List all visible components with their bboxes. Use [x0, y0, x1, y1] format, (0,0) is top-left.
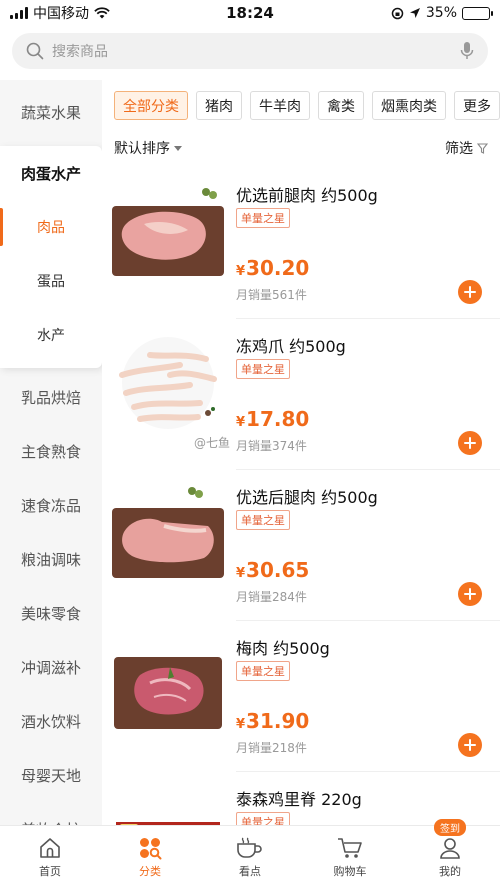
sidebar-item-grain-oil[interactable]: 粮油调味	[0, 532, 102, 586]
add-to-cart-button[interactable]	[458, 431, 482, 455]
product-name: 优选后腿肉 约500g	[236, 488, 378, 507]
product-price: ¥30.65	[236, 558, 310, 582]
product-name: 梅肉 约500g	[236, 639, 330, 658]
coffee-cup-icon	[237, 837, 262, 858]
product-sales: 月销量284件	[236, 590, 307, 604]
product-sales: 月销量374件	[236, 439, 307, 453]
sidebar-item-vegetables-fruit[interactable]: 蔬菜水果	[0, 80, 102, 144]
product-card[interactable]: 冻鸡爪 约500g 单量之星 ¥17.80 月销量374件 @七鱼	[119, 319, 500, 470]
category-sidebar: 蔬菜水果 肉蛋水产 肉品 蛋品 水产 乳品烘焙 主食熟食 速食冻品 粮油调味 美…	[0, 80, 102, 825]
wifi-icon	[94, 7, 110, 19]
carrier-label: 中国移动	[33, 6, 89, 22]
tab-cart-label: 购物车	[333, 865, 367, 878]
tab-me-label: 我的	[439, 865, 461, 878]
signin-badge[interactable]: 签到	[434, 819, 466, 836]
tab-home[interactable]: 首页	[0, 826, 100, 888]
product-name: 泰森鸡里脊 220g	[236, 790, 362, 809]
location-arrow-icon	[409, 8, 420, 18]
product-image-chicken-feet	[119, 337, 217, 429]
product-badge: 单量之星	[236, 359, 290, 379]
sidebar-item-beauty[interactable]: 美妆个护	[0, 802, 102, 826]
sidebar-item-beverages[interactable]: 酒水饮料	[0, 694, 102, 748]
tab-category-label: 分类	[139, 865, 161, 878]
product-image-pork-shoulder	[114, 657, 222, 729]
chip-poultry[interactable]: 禽类	[318, 91, 364, 120]
sidebar-item-dairy-bakery[interactable]: 乳品烘焙	[0, 370, 102, 424]
product-badge: 单量之星	[236, 208, 290, 228]
product-name: 优选前腿肉 约500g	[236, 186, 378, 205]
chip-smoked-meat[interactable]: 烟熏肉类	[372, 91, 446, 120]
cart-icon	[338, 838, 362, 858]
product-badge: 单量之星	[236, 510, 290, 530]
category-icon	[140, 838, 162, 860]
search-bar[interactable]: 搜索商品	[12, 33, 488, 69]
product-name: 冻鸡爪 约500g	[236, 337, 346, 356]
product-badge: 单量之星	[236, 661, 290, 681]
tab-category[interactable]: 分类	[100, 826, 200, 888]
tab-discover-label: 看点	[239, 865, 261, 878]
battery-percent: 35%	[425, 5, 457, 21]
product-price: ¥30.20	[236, 256, 310, 280]
tab-cart[interactable]: 购物车	[300, 826, 400, 888]
battery-icon	[462, 6, 493, 20]
product-list: 优选前腿肉 约500g 单量之星 ¥30.20 月销量561件 冻鸡爪 约500…	[102, 168, 500, 825]
product-card[interactable]: 泰森鸡里脊 220g 单量之星	[116, 772, 500, 825]
tab-me[interactable]: 签到 我的	[400, 819, 500, 888]
sort-label: 默认排序	[114, 141, 170, 157]
product-card[interactable]: 优选前腿肉 约500g 单量之星 ¥30.20 月销量561件	[112, 168, 500, 319]
sidebar-item-drinks-tonic[interactable]: 冲调滋补	[0, 640, 102, 694]
signal-icon	[10, 7, 28, 19]
search-input[interactable]: 搜索商品	[52, 41, 460, 61]
home-icon	[40, 838, 60, 858]
sidebar-expanded-meat-egg-seafood: 肉蛋水产 肉品 蛋品 水产	[0, 146, 102, 368]
sidebar-subitem-meat[interactable]: 肉品	[0, 200, 102, 254]
product-image-tyson-chicken-pack	[116, 822, 220, 825]
sidebar-subitem-eggs[interactable]: 蛋品	[0, 254, 102, 308]
product-image-pork-hind-leg	[112, 487, 224, 578]
sort-row: 默认排序 筛选	[114, 138, 488, 158]
sort-dropdown[interactable]: 默认排序	[114, 138, 182, 158]
filter-chip-row: 全部分类 猪肉 牛羊肉 禽类 烟熏肉类 更多	[114, 91, 500, 121]
product-sales: 月销量561件	[236, 288, 307, 302]
funnel-icon	[477, 142, 488, 154]
sidebar-item-meat-egg-seafood[interactable]: 肉蛋水产	[0, 146, 102, 200]
watermark: @七鱼	[194, 436, 231, 450]
search-icon	[26, 42, 44, 60]
sidebar-item-mother-baby[interactable]: 母婴天地	[0, 748, 102, 802]
product-price: ¥17.80	[236, 407, 310, 431]
sidebar-item-snacks[interactable]: 美味零食	[0, 586, 102, 640]
sidebar-item-frozen-food[interactable]: 速食冻品	[0, 478, 102, 532]
status-bar: 中国移动 18:24 35%	[0, 0, 500, 26]
product-sales: 月销量218件	[236, 741, 307, 755]
tab-discover[interactable]: 看点	[200, 826, 300, 888]
add-to-cart-button[interactable]	[458, 582, 482, 606]
sidebar-subitem-seafood[interactable]: 水产	[0, 308, 102, 362]
filter-label: 筛选	[445, 141, 473, 157]
chip-pork[interactable]: 猪肉	[196, 91, 242, 120]
microphone-icon[interactable]	[460, 41, 474, 61]
product-card[interactable]: 梅肉 约500g 单量之星 ¥31.90 月销量218件	[114, 621, 500, 772]
tab-home-label: 首页	[39, 865, 61, 878]
product-card[interactable]: 优选后腿肉 约500g 单量之星 ¥30.65 月销量284件	[112, 470, 500, 621]
add-to-cart-button[interactable]	[458, 733, 482, 757]
chip-all[interactable]: 全部分类	[114, 91, 188, 120]
orientation-lock-icon	[391, 7, 404, 19]
add-to-cart-button[interactable]	[458, 280, 482, 304]
chip-more[interactable]: 更多	[454, 91, 500, 120]
bottom-tab-bar: 首页 分类 看点 购物车 签到 我的	[0, 819, 500, 888]
sidebar-item-staples-deli[interactable]: 主食熟食	[0, 424, 102, 478]
product-image-pork-front-leg	[112, 188, 224, 276]
user-icon	[440, 838, 460, 859]
product-price: ¥31.90	[236, 709, 310, 733]
filter-button[interactable]: 筛选	[445, 138, 488, 158]
chip-beef-mutton[interactable]: 牛羊肉	[250, 91, 310, 120]
caret-down-icon	[174, 145, 182, 151]
product-badge: 单量之星	[236, 812, 290, 825]
